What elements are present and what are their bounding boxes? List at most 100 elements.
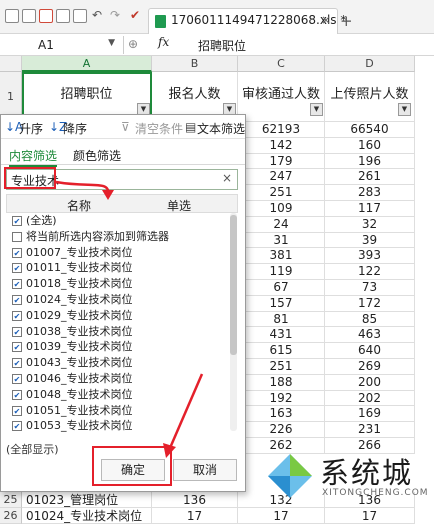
redo-icon[interactable]: ↷ (110, 8, 120, 22)
table-cell[interactable]: 163 (238, 406, 325, 423)
ok-button[interactable]: 确定 (101, 459, 165, 481)
list-scrollbar[interactable] (230, 213, 237, 431)
table-cell[interactable]: 73 (325, 280, 415, 296)
clear-conditions-button[interactable]: 清空条件 (135, 120, 183, 137)
table-cell[interactable]: 160 (325, 137, 415, 154)
tab-workbook[interactable]: 1706011149471228068.xls * × (148, 8, 346, 34)
table-cell[interactable]: 200 (325, 374, 415, 391)
table-cell[interactable]: 269 (325, 359, 415, 375)
table-cell[interactable]: 231 (325, 422, 415, 438)
print-preview-icon[interactable] (73, 9, 87, 23)
checkbox[interactable]: ✔ (12, 216, 22, 226)
table-cell[interactable]: 179 (238, 153, 325, 170)
table-cell[interactable]: 24 (238, 216, 325, 233)
column-header-c[interactable]: C (238, 56, 325, 72)
checkbox[interactable]: ✔ (12, 421, 22, 432)
table-cell[interactable]: 192 (238, 390, 325, 407)
filter-list-item[interactable]: ✔ 01039_专业技术岗位 (6, 339, 238, 355)
table-cell[interactable]: 251 (238, 185, 325, 201)
table-cell[interactable]: 261 (325, 169, 415, 186)
table-cell[interactable]: 172 (325, 295, 415, 312)
sort-descending-button[interactable]: 降序 (63, 120, 87, 137)
table-cell[interactable]: 431 (238, 327, 325, 344)
filter-list-item[interactable]: ✔ 01007_专业技术岗位 (6, 245, 238, 261)
table-cell[interactable]: 31 (238, 232, 325, 249)
column-header-d[interactable]: D (325, 56, 415, 72)
checkbox[interactable]: ✔ (12, 279, 22, 290)
checkbox[interactable]: ✔ (12, 389, 22, 400)
filter-list-item[interactable]: ✔ (全选) (6, 213, 238, 229)
filter-list-item[interactable]: ✔ 01043_专业技术岗位 (6, 355, 238, 371)
table-cell[interactable]: 32 (325, 216, 415, 233)
table-cell[interactable]: 247 (238, 169, 325, 186)
table-cell[interactable]: 393 (325, 248, 415, 265)
clear-filter-icon[interactable]: ⊽ (121, 120, 130, 134)
new-file-icon[interactable] (5, 9, 19, 23)
table-cell[interactable]: 81 (238, 311, 325, 328)
name-box[interactable]: A1 ▼ (4, 36, 124, 54)
table-cell[interactable]: 381 (238, 248, 325, 265)
print-icon[interactable] (56, 9, 70, 23)
filter-list-item[interactable]: ✔ 01011_专业技术岗位 (6, 260, 238, 276)
filter-list-item[interactable]: ✔ 01024_专业技术岗位 (6, 292, 238, 308)
table-cell[interactable]: 109 (238, 201, 325, 217)
tab-content-filter[interactable]: 内容筛选 (9, 147, 58, 167)
table-cell[interactable]: 188 (238, 374, 325, 391)
table-cell[interactable]: 17 (152, 508, 238, 524)
new-tab-button[interactable]: + (340, 12, 353, 30)
checkbox[interactable]: ✔ (12, 373, 22, 384)
filter-list-item[interactable]: ✔ 01051_专业技术岗位 (6, 403, 238, 419)
filter-dropdown-icon[interactable]: ▼ (398, 103, 411, 116)
row-header[interactable]: 25 (0, 492, 22, 508)
checkmark-icon[interactable]: ✔ (130, 8, 140, 22)
text-filter-icon[interactable]: ▤ (185, 120, 196, 134)
table-cell[interactable]: 226 (238, 422, 325, 438)
checkbox[interactable] (12, 231, 22, 242)
table-cell[interactable]: 640 (325, 343, 415, 359)
filter-list-item[interactable]: ✔ 01038_专业技术岗位 (6, 324, 238, 340)
table-cell[interactable]: 01024_专业技术岗位 (22, 508, 152, 524)
filter-list-item[interactable]: ✔ 01053_专业技术岗位 (6, 418, 238, 433)
row-header[interactable]: 26 (0, 508, 22, 524)
table-cell[interactable]: 202 (325, 390, 415, 407)
filter-list-item[interactable]: 将当前所选内容添加到筛选器 (6, 229, 238, 245)
select-all-corner[interactable] (0, 56, 22, 72)
chevron-down-icon[interactable]: ▼ (108, 38, 115, 48)
table-cell[interactable]: 283 (325, 185, 415, 201)
scrollbar-thumb[interactable] (230, 215, 237, 355)
filter-search-input[interactable]: 专业技术 × (6, 169, 238, 190)
checkbox[interactable]: ✔ (12, 263, 22, 274)
table-cell[interactable]: 66540 (325, 122, 415, 138)
filter-list-item[interactable]: ✔ 01029_专业技术岗位 (6, 308, 238, 324)
column-header-b[interactable]: B (152, 56, 238, 72)
table-cell[interactable]: 85 (325, 311, 415, 328)
cancel-button[interactable]: 取消 (173, 459, 237, 481)
table-cell[interactable]: 39 (325, 232, 415, 249)
formula-input[interactable]: 招聘职位 (198, 37, 246, 54)
clear-search-icon[interactable]: × (222, 171, 232, 185)
filter-list-item[interactable]: ✔ 01018_专业技术岗位 (6, 276, 238, 292)
filter-list-item[interactable]: ✔ 01048_专业技术岗位 (6, 387, 238, 403)
checkbox[interactable]: ✔ (12, 405, 22, 416)
text-filter-button[interactable]: 文本筛选 (197, 120, 245, 137)
checkbox[interactable]: ✔ (12, 358, 22, 369)
function-icon[interactable]: fx (158, 35, 169, 49)
undo-icon[interactable]: ↶ (92, 8, 102, 22)
table-cell[interactable]: 122 (325, 264, 415, 280)
sort-ascending-button[interactable]: 升序 (19, 120, 43, 137)
filter-dropdown-icon[interactable]: ▼ (310, 103, 323, 116)
table-cell[interactable]: 251 (238, 359, 325, 375)
table-cell[interactable]: 142 (238, 137, 325, 154)
table-cell[interactable]: 117 (325, 201, 415, 217)
single-select-header[interactable]: 单选 (167, 197, 191, 214)
table-cell[interactable]: 463 (325, 327, 415, 344)
checkbox[interactable]: ✔ (12, 342, 22, 353)
checkbox[interactable]: ✔ (12, 247, 22, 258)
table-cell[interactable]: 17 (238, 508, 325, 524)
table-cell[interactable]: 136 (152, 492, 238, 508)
checkbox[interactable]: ✔ (12, 326, 22, 337)
export-pdf-icon[interactable] (39, 9, 53, 23)
column-header-a[interactable]: A (22, 56, 152, 72)
checkbox[interactable]: ✔ (12, 310, 22, 321)
tab-color-filter[interactable]: 颜色筛选 (73, 147, 121, 164)
